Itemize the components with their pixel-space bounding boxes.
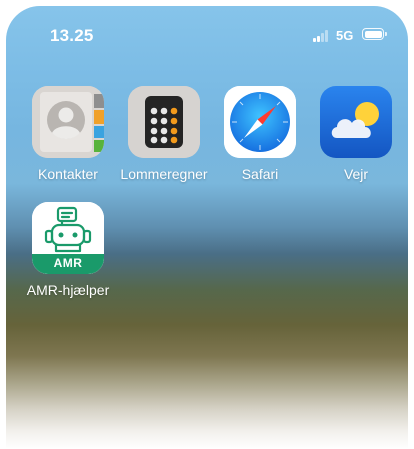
battery-icon [362, 28, 387, 40]
app-calculator[interactable]: Lommeregner [116, 86, 212, 182]
amr-badge-text: AMR [53, 256, 83, 270]
weather-icon [320, 86, 392, 158]
app-amr-helper[interactable]: AMR AMR-hjælper [20, 202, 116, 298]
calculator-icon [128, 86, 200, 158]
app-label: Vejr [343, 166, 369, 182]
status-time: 13.25 [50, 26, 94, 45]
network-type: 5G [336, 28, 354, 43]
app-label: Lommeregner [120, 166, 208, 182]
app-contacts[interactable]: Kontakter [20, 86, 116, 182]
robot-icon: AMR [32, 202, 104, 274]
home-screen: 13.25 5G Kontakter Lommeregner Safari Ve… [6, 6, 408, 449]
safari-compass-icon [224, 86, 296, 158]
app-label: AMR-hjælper [26, 282, 110, 298]
app-safari[interactable]: Safari [212, 86, 308, 182]
cellular-signal-icon [313, 30, 331, 42]
contacts-icon [32, 86, 104, 158]
app-label: Kontakter [38, 166, 98, 182]
app-weather[interactable]: Vejr [308, 86, 404, 182]
app-label: Safari [241, 166, 279, 182]
status-bar: 13.25 5G [6, 6, 408, 54]
